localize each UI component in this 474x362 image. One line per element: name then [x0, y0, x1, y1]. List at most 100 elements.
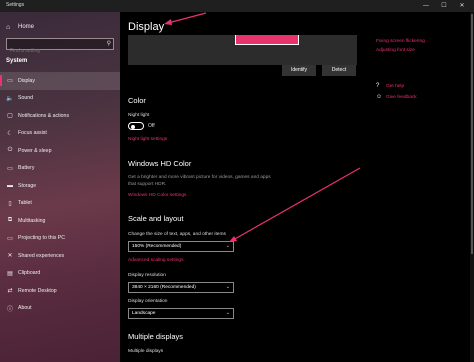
sidebar-item-label: Shared experiences — [18, 252, 65, 259]
orientation-value: Landscape — [132, 311, 156, 316]
resolution-dropdown[interactable]: 3840 × 2160 (Recommended) ⌄ — [128, 282, 234, 293]
sidebar-item-label: Focus assist — [18, 130, 47, 137]
hd-color-description: Get a brighter and more vibrant picture … — [128, 175, 271, 187]
sidebar-item-label: Battery — [18, 165, 35, 172]
power-icon: ⏻ — [7, 147, 13, 154]
chevron-down-icon: ⌄ — [225, 284, 230, 290]
multiple-displays-label: Multiple displays — [128, 349, 164, 354]
scale-heading: Scale and layout — [128, 214, 184, 223]
resolution-label: Display resolution — [128, 273, 166, 278]
sidebar-item-label: Notifications & actions — [18, 112, 70, 119]
sidebar: ⌂ Home ⚲ System ▭ Display 🔈 Sound ▢ Notificat… — [0, 12, 120, 362]
give-feedback-link[interactable]: ☺ Give feedback — [376, 94, 417, 100]
sidebar-item-notifications-actions[interactable]: ▢ Notifications & actions — [0, 107, 120, 125]
sidebar-item-label: Tablet — [18, 200, 32, 207]
monitor-icon: ▭ — [7, 78, 13, 85]
home-icon: ⌂ — [6, 23, 11, 31]
storage-icon: ▬ — [7, 182, 13, 189]
hd-color-heading: Windows HD Color — [128, 159, 192, 168]
night-light-label: Night light — [128, 113, 150, 118]
night-light-state: Off — [148, 123, 155, 129]
notification-icon: ▢ — [7, 113, 13, 120]
night-light-toggle[interactable] — [128, 122, 144, 130]
help-icon: ? — [376, 83, 380, 89]
sidebar-item-label: Projecting to this PC — [18, 235, 65, 242]
remote-desktop-icon: ⇄ — [7, 288, 13, 295]
sidebar-item-sound[interactable]: 🔈 Sound — [0, 90, 120, 108]
orientation-dropdown[interactable]: Landscape ⌄ — [128, 308, 234, 319]
feedback-icon: ☺ — [376, 94, 383, 100]
title-bar: Settings — ☐ ✕ — [0, 0, 474, 12]
chevron-down-icon: ⌄ — [225, 310, 230, 316]
sidebar-item-label: Multitasking — [18, 217, 46, 224]
sidebar-item-battery[interactable]: ▭ Battery — [0, 160, 120, 178]
scrollbar-thumb[interactable] — [471, 14, 473, 254]
sidebar-item-label: About — [18, 305, 32, 312]
sidebar-nav: ▭ Display 🔈 Sound ▢ Notifications & actions ☾ F… — [0, 72, 120, 317]
scale-value: 150% (Recommended) — [132, 244, 182, 249]
tablet-icon: ▯ — [8, 200, 12, 207]
size-label: Change the size of text, apps, and other… — [128, 232, 226, 237]
search-input[interactable] — [7, 46, 97, 56]
get-help-label: Get help — [386, 83, 405, 89]
display-arrangement[interactable] — [128, 35, 357, 65]
main-content: Display Identify Detect Fixing screen fl… — [120, 12, 474, 362]
minimize-button[interactable]: — — [418, 0, 434, 12]
sidebar-item-about[interactable]: ⓘ About — [0, 300, 120, 318]
search-icon[interactable]: ⚲ — [107, 40, 111, 47]
sidebar-item-label: Remote Desktop — [18, 287, 57, 294]
detect-button[interactable]: Detect — [322, 65, 356, 76]
adjusting-font-size-link[interactable]: Adjusting font size — [376, 48, 425, 53]
sidebar-item-focus-assist[interactable]: ☾ Focus assist — [0, 125, 120, 143]
scrollbar[interactable] — [470, 12, 474, 362]
clipboard-icon: ▤ — [7, 270, 13, 277]
resolution-value: 3840 × 2160 (Recommended) — [132, 285, 196, 290]
sidebar-item-multitasking[interactable]: ⧉ Multitasking — [0, 212, 120, 230]
sidebar-item-remote-desktop[interactable]: ⇄ Remote Desktop — [0, 282, 120, 300]
sidebar-item-label: Storage — [18, 182, 37, 189]
sidebar-item-display[interactable]: ▭ Display — [0, 72, 120, 90]
get-help-link[interactable]: ? Get help — [376, 83, 417, 89]
close-button[interactable]: ✕ — [454, 0, 470, 12]
battery-icon: ▭ — [7, 165, 13, 172]
color-heading: Color — [128, 96, 146, 105]
related-settings: Fixing screen flickering Adjusting font … — [376, 39, 425, 57]
moon-icon: ☾ — [7, 130, 13, 137]
page-title: Display — [128, 21, 165, 33]
give-feedback-label: Give feedback — [386, 94, 417, 100]
search-box[interactable]: ⚲ — [6, 38, 114, 56]
window-title: Settings — [6, 2, 25, 8]
sidebar-item-storage[interactable]: ▬ Storage — [0, 177, 120, 195]
multiple-displays-heading: Multiple displays — [128, 332, 184, 341]
sidebar-item-label: Power & sleep — [18, 147, 52, 154]
sidebar-item-label: Clipboard — [18, 270, 41, 277]
fixing-screen-flickering-link[interactable]: Fixing screen flickering — [376, 39, 425, 44]
toggle-knob — [131, 124, 135, 129]
home-nav-item[interactable]: ⌂ Home — [6, 22, 34, 32]
shared-icon: ✕ — [7, 253, 13, 260]
monitor-thumbnail[interactable] — [235, 35, 299, 45]
sidebar-item-power-sleep[interactable]: ⏻ Power & sleep — [0, 142, 120, 160]
section-label-system: System — [6, 58, 28, 64]
orientation-label: Display orientation — [128, 299, 168, 304]
sidebar-item-shared-experiences[interactable]: ✕ Shared experiences — [0, 247, 120, 265]
identify-button[interactable]: Identify — [282, 65, 316, 76]
arrow-to-title — [164, 12, 207, 25]
speaker-icon: 🔈 — [6, 95, 14, 102]
maximize-button[interactable]: ☐ — [436, 0, 452, 12]
chevron-down-icon: ⌄ — [225, 243, 230, 249]
help-section: ? Get help ☺ Give feedback — [376, 83, 417, 105]
sidebar-item-label: Sound — [18, 95, 34, 102]
night-light-settings-link[interactable]: Night light settings — [128, 137, 167, 142]
multitasking-icon: ⧉ — [7, 217, 13, 224]
sidebar-item-label: Display — [18, 77, 36, 84]
sidebar-item-clipboard[interactable]: ▤ Clipboard — [0, 265, 120, 283]
sidebar-item-tablet[interactable]: ▯ Tablet — [0, 195, 120, 213]
sidebar-item-projecting-to-this-pc[interactable]: ▭ Projecting to this PC — [0, 230, 120, 248]
hd-color-settings-link[interactable]: Windows HD Color settings — [128, 193, 186, 198]
info-icon: ⓘ — [6, 306, 13, 313]
advanced-scaling-link[interactable]: Advanced scaling settings — [128, 258, 183, 263]
scale-dropdown[interactable]: 150% (Recommended) ⌄ — [128, 241, 234, 252]
projector-icon: ▭ — [7, 235, 13, 242]
home-label: Home — [18, 24, 35, 30]
